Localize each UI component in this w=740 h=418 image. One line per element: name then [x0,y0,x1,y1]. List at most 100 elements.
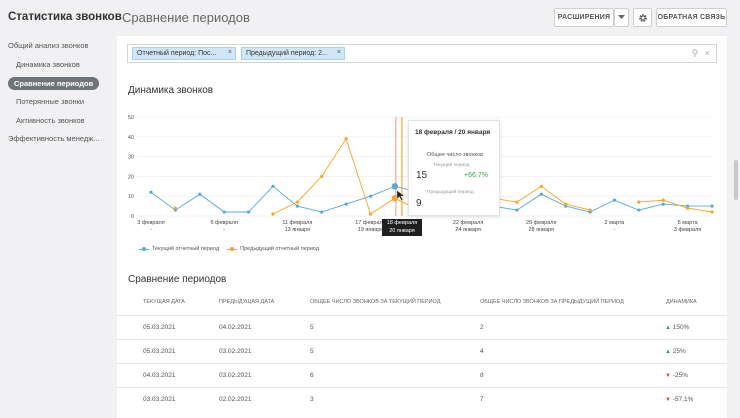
x-tick-label: 22 февраля [453,220,483,226]
data-point-1 [588,208,592,212]
gear-icon [638,13,647,22]
extensions-dropdown-button[interactable] [614,8,629,27]
col-header-current-total[interactable]: ОБЩЕЕ ЧИСЛО ЗВОНКОВ ЗА ТЕКУЩИЙ ПЕРИОД [310,299,440,305]
tooltip-previous-label: Предыдущий период [427,190,474,195]
sidebar: Общий анализ звонков Динамика звонков Ср… [0,36,112,418]
page-title: Сравнение периодов [122,10,250,25]
cell-previous-total: 2 [480,324,484,331]
filter-actions: ⚲ × [692,48,710,59]
sidebar-item-period-comparison[interactable]: Сравнение периодов [8,77,100,90]
x-tick-label-secondary: - [150,227,152,233]
x-tick-label-secondary: 13 января [285,227,311,233]
x-tick-label-secondary: - [223,227,225,233]
x-tick-label: 3 февраля [137,220,164,226]
col-header-dynamics[interactable]: ДИНАМИКА [666,299,697,305]
x-tick-label-secondary: 24 января [455,227,481,233]
data-point-0 [612,198,617,202]
extensions-button[interactable]: РАСШИРЕНИЯ [554,8,614,27]
tooltip-metric: Общее число звонков [427,152,484,158]
cell-current-date: 05.03.2021 [143,348,176,355]
sidebar-item-dynamics[interactable]: Динамика звонков [16,60,80,69]
close-icon[interactable]: × [228,49,232,56]
x-tick-label: 5 марта [678,220,699,226]
sidebar-item-activity[interactable]: Активность звонков [16,116,85,125]
tooltip-current-value: 15 [416,170,428,181]
data-point-0 [222,210,226,214]
data-point-0 [271,184,275,188]
sidebar-item-manager-efficiency[interactable]: Эффективность менедж... [8,134,100,143]
legend-previous[interactable]: Предыдущий отчетный период [240,246,319,252]
clear-icon[interactable]: × [705,48,710,58]
scrollbar[interactable] [734,160,738,200]
trend-up-icon: ▲ [665,325,671,331]
filter-bar[interactable]: Отчетный период: Пос... × Предыдущий пер… [127,44,717,63]
x-tick-label: 6 февраля [210,220,237,226]
data-point-1 [368,212,373,216]
data-point-1 [710,210,714,214]
app-title: Статистика звонков [8,11,122,23]
feedback-button[interactable]: ОБРАТНАЯ СВЯЗЬ [656,8,727,27]
cell-current-date: 04.03.2021 [143,372,176,379]
x-tick-label: 26 февраля [526,220,556,226]
cell-current-date: 05.03.2021 [143,324,176,331]
dynamics-value: 150% [672,324,690,331]
close-icon[interactable]: × [337,49,341,56]
sidebar-item-overview[interactable]: Общий анализ звонков [8,41,89,50]
data-point-1 [661,198,665,202]
sidebar-item-lost-calls[interactable]: Потерянные звонки [16,97,84,106]
data-point-1 [637,200,641,204]
legend-swatch-previous [227,246,238,251]
cell-previous-date: 02.02.2021 [219,396,252,403]
data-point-0 [515,208,519,212]
data-point-1 [564,202,568,206]
filter-chip-previous-period[interactable]: Предыдущий период: 2... × [241,47,345,60]
dynamics-value: -57.1% [672,396,694,403]
hover-date-badge: 18 февраля 20 января [382,219,422,236]
data-point-1 [344,137,348,141]
cell-current-total: 5 [310,348,314,355]
filter-chip-current-period[interactable]: Отчетный период: Пос... × [132,47,236,60]
trend-down-icon: ▼ [665,397,671,403]
top-header: Статистика звонков Сравнение периодов РА… [0,0,740,36]
cell-current-total: 6 [310,372,314,379]
data-point-0 [391,183,399,190]
data-point-0 [344,202,348,206]
chart-tooltip: 18 февраля / 20 января Общее число звонк… [408,120,500,216]
main-content: Отчетный период: Пос... × Предыдущий пер… [117,36,727,418]
x-tick-label: 2 марта [604,220,625,226]
table-row: 03.03.2021 02.02.2021 3 7 ▼ -57.1% [117,387,727,411]
x-tick-label: 11 февраля [282,220,312,226]
tooltip-date: 18 февраля / 20 января [415,129,491,136]
col-header-previous-total[interactable]: ОБЩЕЕ ЧИСЛО ЗВОНКОВ ЗА ПРЕДЫДУЩИЙ ПЕРИОД [480,299,624,305]
data-point-0 [246,210,251,214]
col-header-previous-date[interactable]: ПРЕДЫДУЩАЯ ДАТА [219,299,274,305]
mouse-cursor-icon [396,189,406,202]
dynamics-title: Динамика звонков [128,85,214,96]
y-tick-label: 50 [128,115,134,121]
data-point-1 [173,206,177,210]
x-tick-label-secondary: 28 января [528,227,554,233]
cell-current-total: 3 [310,396,314,403]
y-tick-label: 0 [131,214,134,220]
chart-legend: Текущий отчетный период Предыдущий отчет… [139,246,319,252]
data-point-1 [295,200,299,204]
settings-button[interactable] [633,8,652,27]
search-icon[interactable]: ⚲ [692,48,699,58]
comparison-title: Сравнение периодов [128,274,227,285]
y-tick-label: 40 [128,135,134,141]
legend-current[interactable]: Текущий отчетный период [152,246,219,252]
y-tick-label: 30 [128,155,134,161]
legend-swatch-current [139,246,149,251]
data-point-0 [198,192,202,196]
x-tick-label-secondary: - [614,227,616,233]
y-tick-label: 10 [128,194,134,200]
table-row: 05.03.2021 04.02.2021 5 2 ▲ 150% [117,315,727,339]
data-point-0 [295,204,299,208]
col-header-current-date[interactable]: ТЕКУЩАЯ ДАТА [143,299,185,305]
tooltip-previous-value: 9 [416,198,422,209]
cell-previous-date: 03.02.2021 [219,348,252,355]
filter-chip-label: Отчетный период: Пос... [137,50,217,57]
data-point-1 [320,174,324,178]
cell-dynamics: ▲ 25% [665,348,686,355]
tooltip-delta: +66.7% [464,172,488,179]
